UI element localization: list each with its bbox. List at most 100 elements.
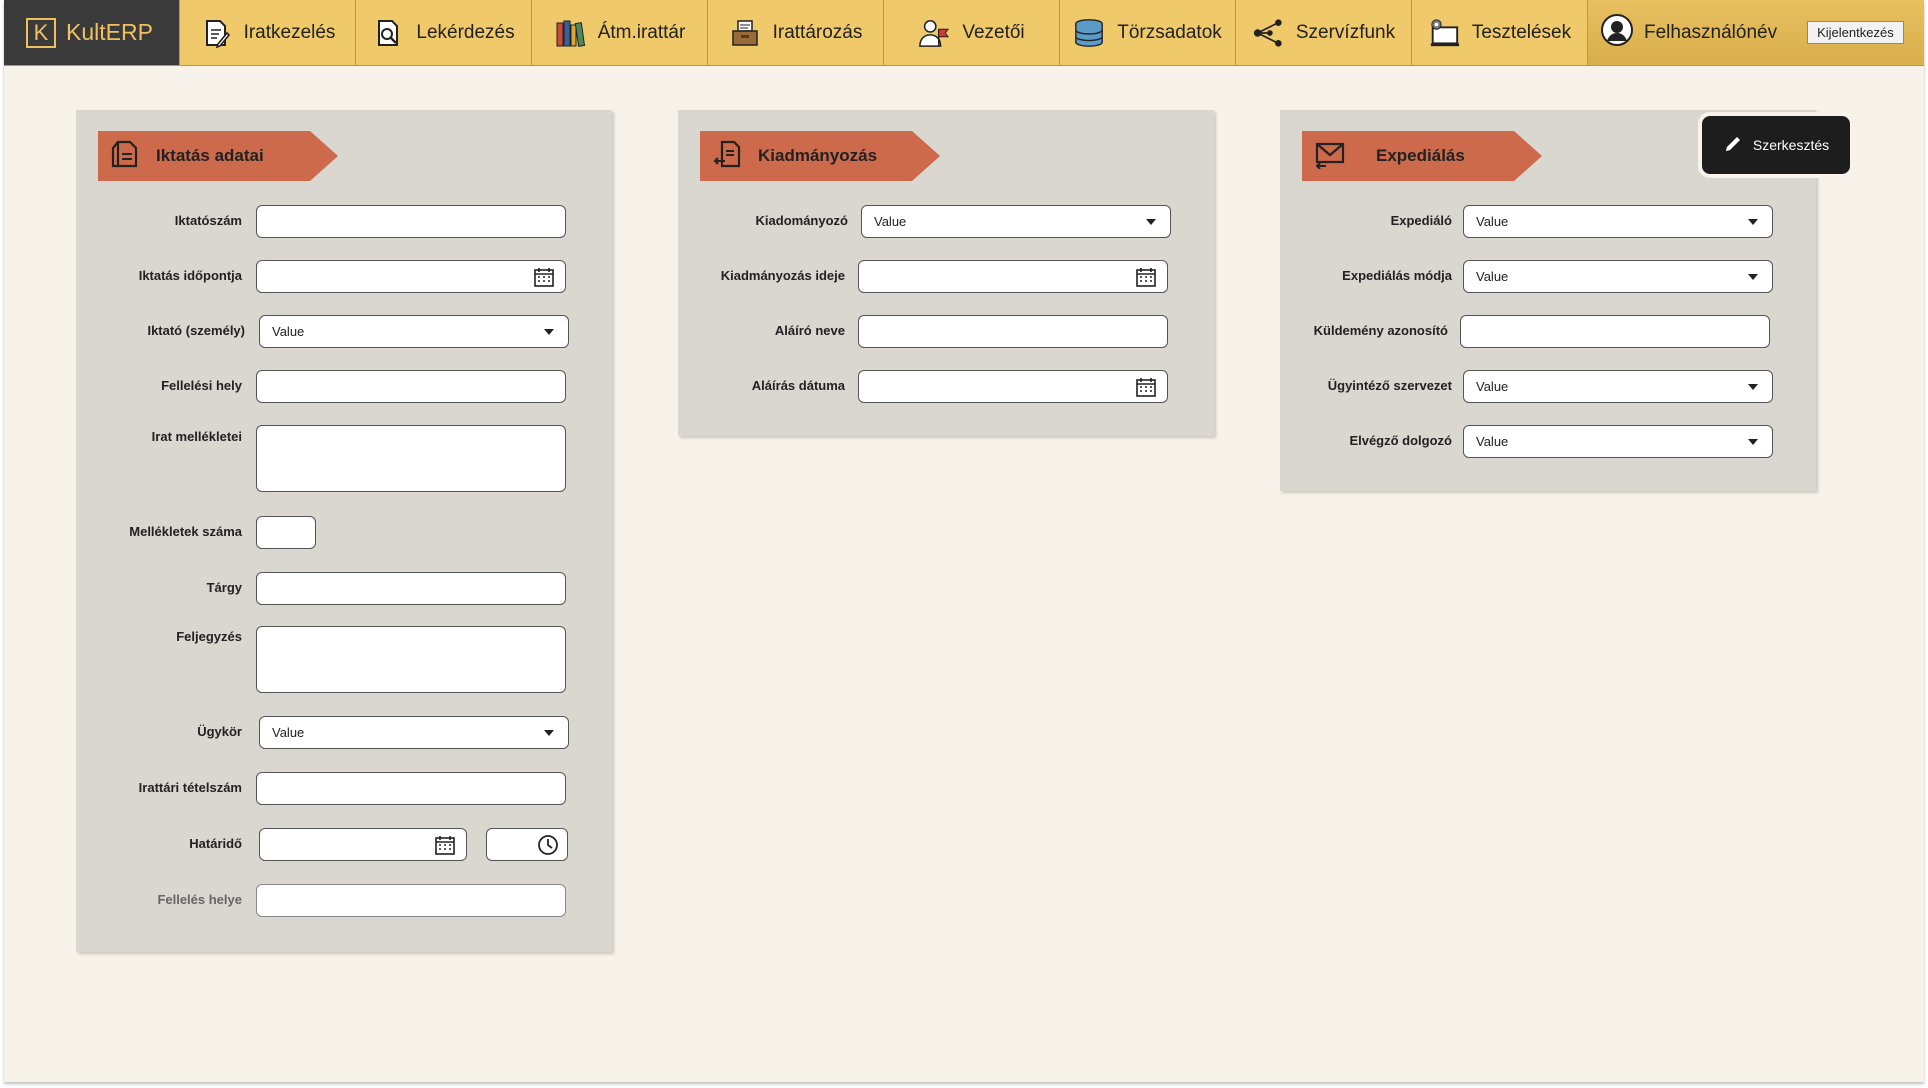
hatarido-time-input[interactable] [486,828,568,861]
nav-irattarozas[interactable]: Irattározás [707,0,883,65]
calendar-icon[interactable] [1135,376,1157,398]
chevron-down-icon [544,730,554,736]
label-kiadmanyozo: Kiadományozó [755,213,848,228]
label-ugyintezo-szervezet: Ügyintéző szervezet [1327,378,1452,393]
panel-header: Kiadmányozás [700,131,940,181]
nav-iratkezeles[interactable]: Iratkezelés [179,0,355,65]
label-ugykor: Ügykör [197,724,242,739]
expedialo-select[interactable]: Value [1463,205,1773,238]
username: Felhasználónév [1644,21,1778,43]
document-edit-icon [200,17,232,49]
database-icon [1073,17,1105,49]
top-navigation: K KultERP Iratkezelés Lekérdezés Átm.ira… [4,0,1924,66]
label-targy: Tárgy [206,580,242,595]
document-return-icon [712,139,742,174]
kuldemeny-azonosito-input[interactable] [1460,315,1770,348]
panel-title: Expediálás [1376,146,1465,165]
chevron-down-icon [544,329,554,335]
irat-mellekletei-textarea[interactable] [256,425,566,492]
select-value: Value [272,324,305,339]
iktatas-idopontja-date-input[interactable] [256,260,566,293]
logout-button[interactable]: Kijelentkezés [1807,21,1904,44]
label-mellekletek-szama: Mellékletek száma [129,524,242,539]
hatarido-date-input[interactable] [259,828,467,861]
label-expedialo: Expediáló [1390,213,1452,228]
select-value: Value [1476,434,1509,449]
nav-label: Lekérdezés [416,21,515,43]
manager-flag-icon [918,17,950,49]
select-value: Value [1476,269,1509,284]
nav-vezetoi[interactable]: Vezetői [883,0,1059,65]
nav-szervizfunk[interactable]: Szervízfunk [1235,0,1411,65]
expedialas-modja-select[interactable]: Value [1463,260,1773,293]
label-elvegzo-dolgozo: Elvégző dolgozó [1349,433,1452,448]
alairas-datuma-date-input[interactable] [858,370,1168,403]
kiadmanyozas-ideje-date-input[interactable] [858,260,1168,293]
iktatoszam-input[interactable] [256,205,566,238]
mail-icon [1314,139,1346,174]
nav-tesztelesek[interactable]: Tesztelések [1411,0,1587,65]
select-value: Value [1476,379,1509,394]
brand-name: KultERP [66,19,153,45]
share-nodes-icon [1252,17,1284,49]
label-alairas-datuma: Aláírás dátuma [751,378,845,393]
archive-box-icon [729,17,761,49]
chevron-down-icon [1748,219,1758,225]
label-irattari-tetelszam: Irattári tételszám [138,780,242,795]
brand-letter: K [26,17,56,48]
label-irat-mellekletei: Irat mellékletei [151,429,242,444]
felleles-helye-input[interactable] [256,884,566,917]
label-kuldemeny-azonosito: Küldemény azonosító [1313,323,1448,338]
document-search-icon [372,17,404,49]
iktato-select[interactable]: Value [259,315,569,348]
label-felelesi-hely: Fellelési hely [161,378,242,393]
kiadmanyozo-select[interactable]: Value [861,205,1171,238]
edit-button[interactable]: Szerkesztés [1702,116,1850,174]
label-kiadmanyozas-ideje: Kiadmányozás ideje [720,268,845,283]
label-expedialas-modja: Expediálás módja [1342,268,1452,283]
irattari-tetelszam-input[interactable] [256,772,566,805]
select-value: Value [272,725,305,740]
label-feljegyzes: Feljegyzés [176,629,242,644]
nav-label: Tesztelések [1471,21,1572,43]
felelesi-hely-input[interactable] [256,370,566,403]
mellekletek-szama-input[interactable] [256,516,316,549]
nav-lekerdezes[interactable]: Lekérdezés [355,0,531,65]
calendar-icon[interactable] [434,834,456,856]
targy-input[interactable] [256,572,566,605]
select-value: Value [874,214,907,229]
chevron-down-icon [1748,274,1758,280]
user-avatar-icon[interactable] [1600,13,1634,53]
alairo-neve-input[interactable] [858,315,1168,348]
nav-torzsadatok[interactable]: Törzsadatok [1059,0,1235,65]
nav-atm-irattar[interactable]: Átm.irattár [531,0,707,65]
pencil-icon [1723,134,1743,157]
brand-logo[interactable]: K KultERP [4,0,179,65]
calendar-icon[interactable] [533,266,555,288]
label-felleles-helye: Fellelés helye [157,892,242,907]
calendar-icon[interactable] [1135,266,1157,288]
label-hatarido: Határidő [189,836,242,851]
select-value: Value [1476,214,1509,229]
panel-header: Iktatás adatai [98,131,338,181]
panel-title: Kiadmányozás [758,146,878,165]
label-alairo-neve: Aláíró neve [774,323,845,338]
feljegyzes-textarea[interactable] [256,626,566,693]
panel-title: Iktatás adatai [156,146,264,165]
test-monitor-icon [1428,17,1460,49]
panel-iktatas-adatai: Iktatás adatai Iktatószám Iktatás időpon… [76,110,612,952]
chevron-down-icon [1146,219,1156,225]
nav-label: Szervízfunk [1295,21,1396,43]
label-iktatas-idopontja: Iktatás időpontja [138,268,242,283]
elvegzo-dolgozo-select[interactable]: Value [1463,425,1773,458]
chevron-down-icon [1748,384,1758,390]
books-icon [554,17,586,49]
panel-header: Expediálás [1302,131,1542,181]
nav-label: Vezetői [962,21,1025,43]
clock-icon[interactable] [537,834,559,856]
ugykor-select[interactable]: Value [259,716,569,749]
ugyintezo-szervezet-select[interactable]: Value [1463,370,1773,403]
label-iktato: Iktató (személy) [147,323,245,338]
nav-label: Törzsadatok [1117,21,1222,43]
edit-button-label: Szerkesztés [1752,137,1830,153]
